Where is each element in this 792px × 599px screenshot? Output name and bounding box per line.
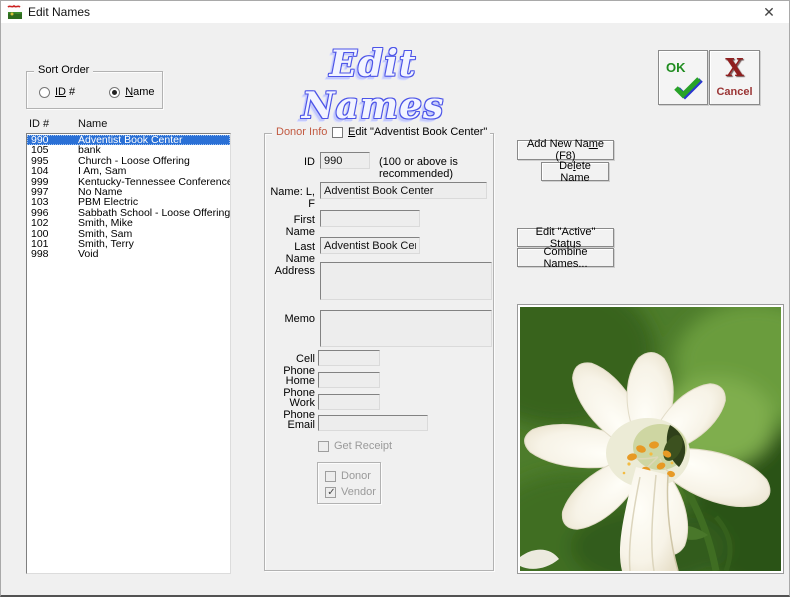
radio-sort-id[interactable]: ID # bbox=[39, 86, 75, 98]
radio-sort-name[interactable]: Name bbox=[109, 86, 154, 98]
list-item-name: Church - Loose Offering bbox=[78, 156, 230, 166]
ok-label: OK bbox=[666, 60, 686, 75]
list-item-name: Void bbox=[78, 249, 230, 259]
home-phone-field[interactable] bbox=[318, 372, 380, 388]
sort-order-group: Sort Order ID # Name bbox=[26, 71, 163, 109]
donor-vendor-group: Donor Vendor bbox=[317, 462, 381, 504]
radio-sort-name-label: Name bbox=[125, 86, 154, 98]
check-icon bbox=[672, 76, 704, 100]
close-icon[interactable]: ✕ bbox=[755, 2, 783, 22]
add-new-name-label: Add New Name (F8) bbox=[524, 138, 607, 162]
list-item-name: bank bbox=[78, 145, 230, 155]
edit-active-status-button[interactable]: Edit "Active" Status bbox=[517, 228, 614, 247]
lily-photo bbox=[517, 304, 784, 574]
donor-label: Donor bbox=[341, 470, 371, 482]
edit-name-checkbox-label: Edit "Adventist Book Center" bbox=[348, 126, 487, 138]
last-name-field[interactable] bbox=[320, 237, 420, 254]
list-item-id: 998 bbox=[27, 249, 78, 259]
page-title: Edit Names bbox=[253, 43, 493, 127]
id-field[interactable] bbox=[320, 152, 370, 169]
sort-order-legend: Sort Order bbox=[34, 64, 93, 76]
list-item-name: Sabbath School - Loose Offering bbox=[78, 208, 230, 218]
name-lf-label: Name: L, F bbox=[265, 186, 315, 210]
list-item[interactable]: 100 Smith, Sam bbox=[27, 229, 230, 239]
delete-name-button[interactable]: Delete Name bbox=[541, 162, 609, 181]
list-item-name: PBM Electric bbox=[78, 197, 230, 207]
list-item[interactable]: 998 Void bbox=[27, 249, 230, 259]
x-icon: X bbox=[710, 53, 759, 82]
add-new-name-button[interactable]: Add New Name (F8) bbox=[517, 140, 614, 160]
list-item-name: Smith, Sam bbox=[78, 229, 230, 239]
combine-names-button[interactable]: Combine Names... bbox=[517, 248, 614, 267]
get-receipt-checkbox: Get Receipt bbox=[318, 440, 392, 452]
email-label: Email bbox=[265, 419, 315, 431]
donor-info-legend: Donor Info bbox=[272, 126, 331, 138]
list-header-name: Name bbox=[78, 118, 198, 130]
list-item-id: 102 bbox=[27, 218, 78, 228]
radio-sort-id-label: ID # bbox=[55, 86, 75, 98]
list-item[interactable]: 996 Sabbath School - Loose Offering bbox=[27, 208, 230, 218]
work-phone-label: Work Phone bbox=[257, 397, 315, 421]
vendor-checkbox: Vendor bbox=[325, 486, 376, 498]
list-item-name: Kentucky-Tennessee Conference of SDA bbox=[78, 177, 230, 187]
title-bar: Edit Names ✕ bbox=[1, 1, 789, 23]
lily-photo-image bbox=[520, 307, 781, 571]
checkbox-icon[interactable] bbox=[332, 127, 343, 138]
window-title: Edit Names bbox=[28, 5, 90, 19]
id-note: (100 or above is recommended) bbox=[379, 156, 493, 180]
list-item-id: 104 bbox=[27, 166, 78, 176]
list-item[interactable]: 105 bank bbox=[27, 145, 230, 155]
cell-phone-label: Cell Phone bbox=[265, 353, 315, 377]
memo-field[interactable] bbox=[320, 310, 492, 347]
list-item[interactable]: 999 Kentucky-Tennessee Conference of SDA bbox=[27, 177, 230, 187]
delete-name-label: Delete Name bbox=[548, 160, 602, 184]
donor-info-group: Donor Info Edit "Adventist Book Center" … bbox=[264, 133, 494, 571]
donor-checkbox: Donor bbox=[325, 470, 371, 482]
list-item-name: Adventist Book Center bbox=[78, 135, 230, 145]
home-phone-label: Home Phone bbox=[257, 375, 315, 399]
list-item[interactable]: 102 Smith, Mike bbox=[27, 218, 230, 228]
list-item-name: Smith, Terry bbox=[78, 239, 230, 249]
get-receipt-label: Get Receipt bbox=[334, 440, 392, 452]
memo-label: Memo bbox=[265, 313, 315, 325]
list-item-name: No Name bbox=[78, 187, 230, 197]
list-item-name: I Am, Sam bbox=[78, 166, 230, 176]
work-phone-field[interactable] bbox=[318, 394, 380, 410]
email-field[interactable] bbox=[318, 415, 428, 431]
name-list[interactable]: 990 Adventist Book Center 105 bank 995 C… bbox=[26, 133, 231, 574]
address-label: Address bbox=[265, 265, 315, 277]
edit-name-checkbox[interactable]: Edit "Adventist Book Center" bbox=[329, 126, 490, 138]
cell-phone-field[interactable] bbox=[318, 350, 380, 366]
cancel-button[interactable]: X Cancel bbox=[709, 50, 760, 105]
name-lf-field[interactable] bbox=[320, 182, 487, 199]
radio-icon[interactable] bbox=[39, 87, 50, 98]
checkbox-checked-icon bbox=[325, 487, 336, 498]
checkbox-icon bbox=[325, 471, 336, 482]
list-item-name: Smith, Mike bbox=[78, 218, 230, 228]
id-label: ID bbox=[271, 156, 315, 168]
checkbox-icon bbox=[318, 441, 329, 452]
first-name-label: First Name bbox=[265, 214, 315, 238]
vendor-label: Vendor bbox=[341, 486, 376, 498]
edit-names-dialog: Edit Names ✕ Edit Names Sort Order ID # … bbox=[0, 0, 790, 597]
address-field[interactable] bbox=[320, 262, 492, 300]
list-header-id: ID # bbox=[29, 118, 79, 130]
first-name-field[interactable] bbox=[320, 210, 420, 227]
ok-button[interactable]: OK bbox=[658, 50, 708, 105]
cancel-label: Cancel bbox=[710, 86, 759, 98]
last-name-label: Last Name bbox=[265, 241, 315, 265]
list-item[interactable]: 101 Smith, Terry bbox=[27, 239, 230, 249]
list-item[interactable]: 103 PBM Electric bbox=[27, 197, 230, 207]
list-item[interactable]: 990 Adventist Book Center bbox=[27, 135, 230, 145]
list-item[interactable]: 995 Church - Loose Offering bbox=[27, 156, 230, 166]
radio-selected-icon[interactable] bbox=[109, 87, 120, 98]
list-item[interactable]: 104 I Am, Sam bbox=[27, 166, 230, 176]
app-icon bbox=[7, 4, 23, 20]
list-item[interactable]: 997 No Name bbox=[27, 187, 230, 197]
